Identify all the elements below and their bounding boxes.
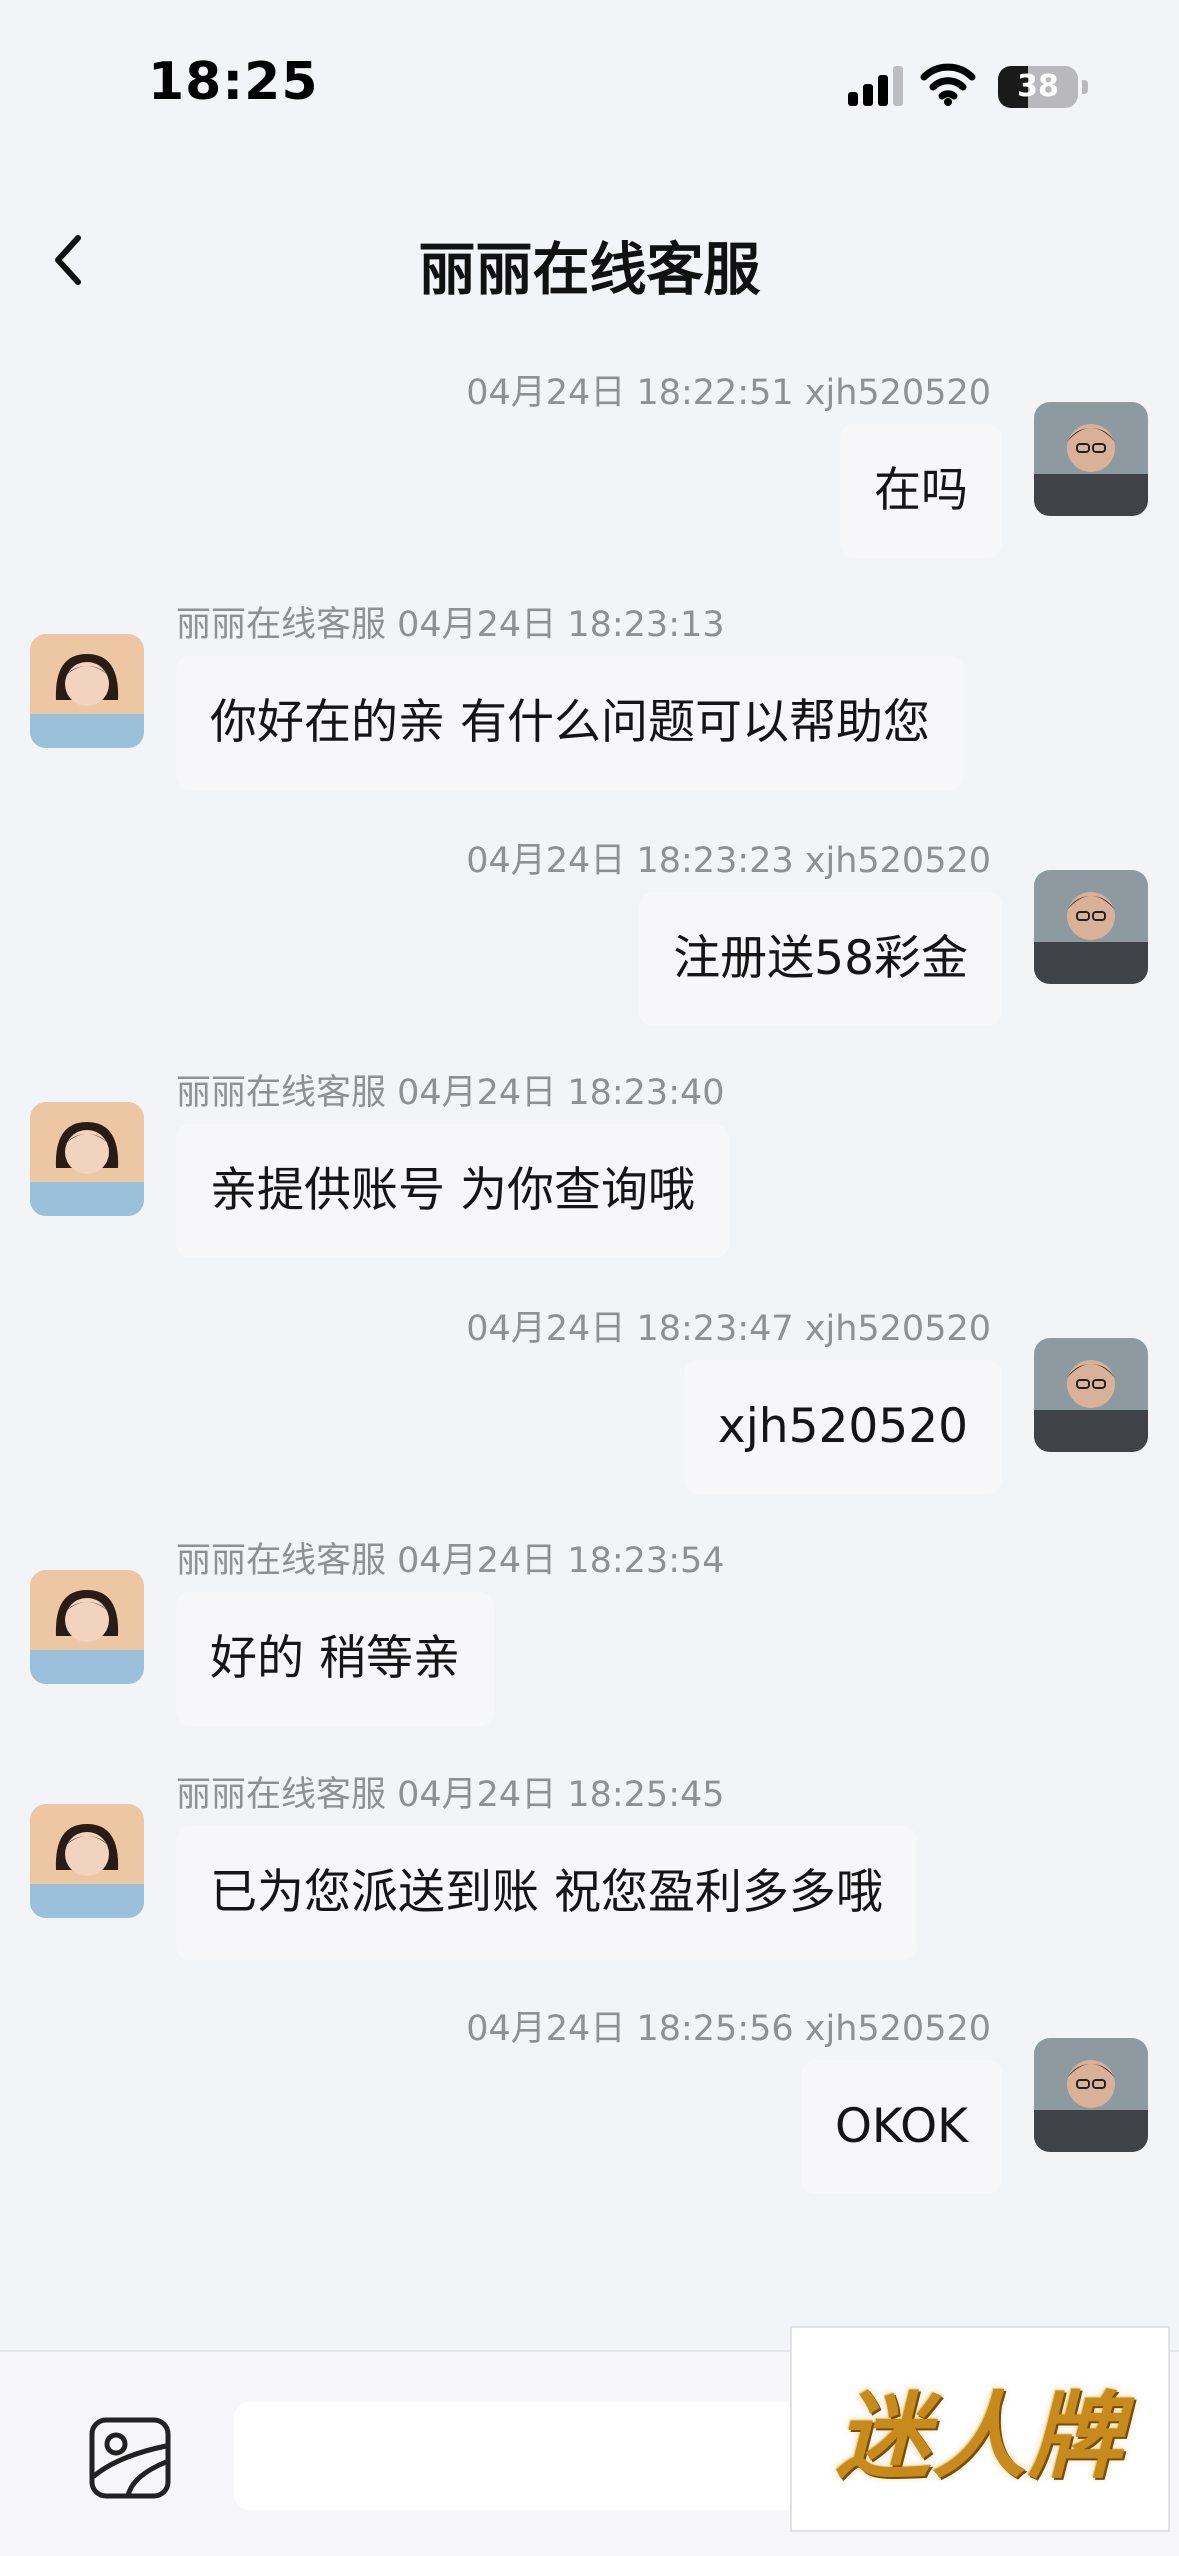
cellular-signal-icon (848, 66, 903, 106)
agent-avatar-image (30, 1102, 144, 1216)
user-avatar[interactable] (1034, 870, 1148, 984)
watermark-text: 迷人牌 (835, 2383, 1124, 2492)
message-meta: 04月24日 18:23:47 xjh520520 (466, 1309, 991, 1349)
user-avatar[interactable] (1034, 1338, 1148, 1452)
agent-avatar[interactable] (30, 634, 144, 748)
message-bubble[interactable]: 在吗 (840, 424, 1002, 558)
user-avatar-image (1034, 870, 1148, 984)
message-meta: 04月24日 18:25:56 xjh520520 (466, 2009, 991, 2049)
user-avatar-image (1034, 1338, 1148, 1452)
message-meta: 丽丽在线客服 04月24日 18:23:40 (176, 1073, 725, 1113)
status-time: 18:25 (148, 52, 319, 112)
page-title: 丽丽在线客服 (418, 237, 761, 303)
chat-screen: 18:25 38 丽丽在线客服 04月24日 18:22:51 xjh52052… (0, 0, 1179, 2556)
agent-avatar-image (30, 634, 144, 748)
battery-icon: 38 (998, 66, 1078, 108)
message-meta: 04月24日 18:23:23 xjh520520 (466, 841, 991, 881)
message-meta: 丽丽在线客服 04月24日 18:23:13 (176, 605, 725, 645)
user-avatar[interactable] (1034, 2038, 1148, 2152)
message-bubble[interactable]: 你好在的亲 有什么问题可以帮助您 (176, 656, 964, 790)
agent-avatar[interactable] (30, 1570, 144, 1684)
wifi-icon (920, 63, 976, 106)
message-meta: 04月24日 18:22:51 xjh520520 (466, 373, 991, 413)
message-bubble[interactable]: 亲提供账号 为你查询哦 (176, 1124, 729, 1258)
image-picker-button[interactable] (88, 2416, 172, 2500)
message-bubble[interactable]: xjh520520 (683, 1360, 1002, 1494)
battery-level-text: 38 (1017, 69, 1059, 104)
user-avatar[interactable] (1034, 402, 1148, 516)
user-avatar-image (1034, 2038, 1148, 2152)
user-avatar-image (1034, 402, 1148, 516)
message-bubble[interactable]: 注册送58彩金 (639, 892, 1002, 1026)
agent-avatar-image (30, 1804, 144, 1918)
status-bar: 18:25 38 (0, 0, 1179, 150)
agent-avatar[interactable] (30, 1102, 144, 1216)
message-bubble[interactable]: 好的 稍等亲 (176, 1592, 494, 1726)
message-input[interactable] (234, 2402, 834, 2510)
message-bubble[interactable]: 已为您派送到账 祝您盈利多多哦 (176, 1826, 917, 1960)
image-picker-icon (89, 2417, 171, 2499)
message-meta: 丽丽在线客服 04月24日 18:23:54 (176, 1541, 725, 1581)
message-bubble[interactable]: OKOK (800, 2060, 1002, 2194)
agent-avatar-image (30, 1570, 144, 1684)
watermark-logo: 迷人牌 (790, 2326, 1170, 2532)
nav-bar: 丽丽在线客服 (0, 190, 1179, 330)
agent-avatar[interactable] (30, 1804, 144, 1918)
message-meta: 丽丽在线客服 04月24日 18:25:45 (176, 1775, 725, 1815)
battery-cap (1082, 80, 1088, 94)
